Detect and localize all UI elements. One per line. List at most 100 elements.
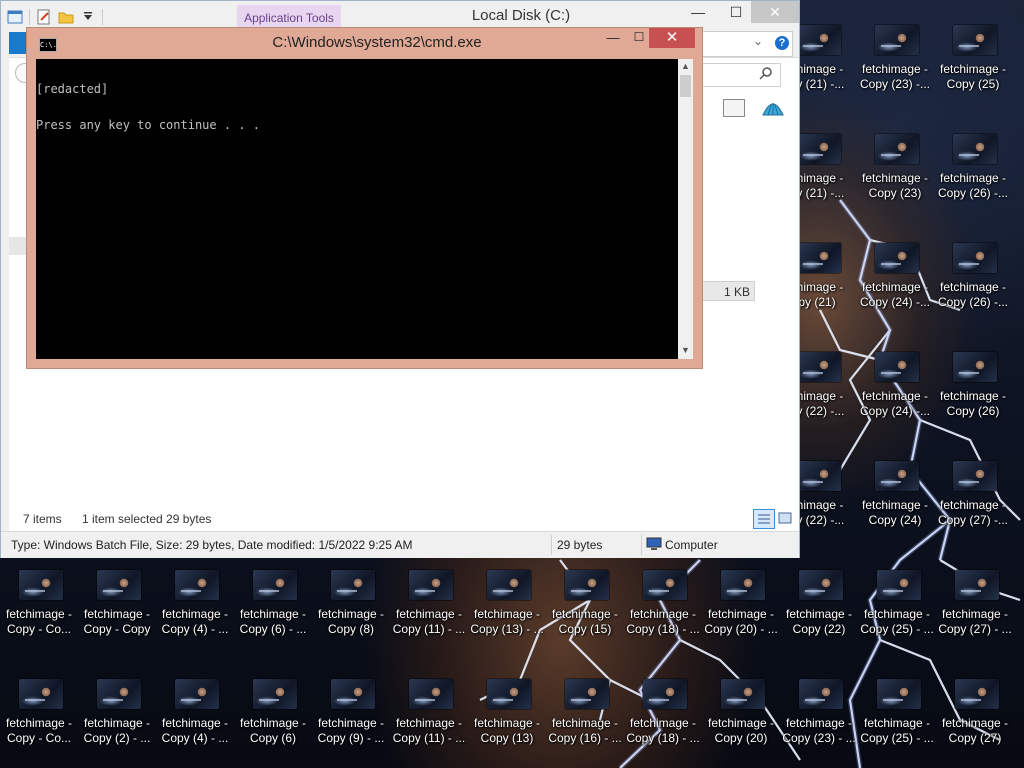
desktop-icon[interactable]: fetchimage - Copy (25) - ... <box>858 671 934 767</box>
desktop-icon[interactable]: fetchimage - Copy - Co... <box>0 671 74 767</box>
desktop-icon[interactable]: fetchimage - Copy (27) - ... <box>936 562 1012 658</box>
separator <box>641 535 642 555</box>
properties-icon[interactable] <box>36 9 52 25</box>
desktop-icon[interactable]: fetchimage - Copy (25) <box>934 17 1008 113</box>
scroll-down-arrow-icon[interactable]: ▼ <box>678 343 693 357</box>
new-folder-icon[interactable] <box>58 9 74 25</box>
desktop-icon[interactable]: fetchimage - Copy (18) - ... <box>624 562 700 658</box>
desktop-icon-label: fetchimage - Copy - Co... <box>5 716 73 745</box>
image-thumbnail-icon <box>487 570 531 600</box>
close-button[interactable]: ✕ <box>751 1 799 23</box>
desktop-icon[interactable]: fetchimage - Copy (8) <box>312 562 386 658</box>
scroll-up-arrow-icon[interactable]: ▲ <box>678 59 693 73</box>
image-thumbnail-icon <box>875 461 919 491</box>
cmd-icon[interactable]: C:\. <box>39 38 57 52</box>
image-thumbnail-icon <box>19 570 63 600</box>
image-thumbnail-icon <box>487 679 531 709</box>
desktop-icon[interactable]: fetchimage - Copy (15) <box>546 562 620 658</box>
desktop-icon[interactable]: fetchimage - Copy (27) <box>936 671 1010 767</box>
quick-access-toolbar <box>7 7 103 27</box>
desktop-icon[interactable]: fetchimage - Copy (26) -... <box>934 126 1008 222</box>
nav-pane-selection[interactable] <box>9 237 27 255</box>
desktop-icon[interactable]: fetchimage - Copy (11) - ... <box>390 562 465 658</box>
desktop-icon[interactable]: fetchimage - Copy (11) - ... <box>390 671 465 767</box>
desktop-icon[interactable]: fetchimage - Copy (24) -... <box>856 235 930 331</box>
desktop-icon-label: fetchimage - Copy (9) - ... <box>317 716 385 745</box>
large-icons-view-button[interactable] <box>777 510 793 526</box>
separator <box>551 535 552 555</box>
desktop-icon[interactable]: fetchimage - Copy (9) - ... <box>312 671 386 767</box>
desktop-icon[interactable]: fetchimage - Copy (20) - ... <box>702 562 778 658</box>
desktop-icon[interactable]: fetchimage - Copy (20) <box>702 671 776 767</box>
image-thumbnail-icon <box>875 243 919 273</box>
desktop-icon[interactable]: fetchimage - Copy (13) <box>468 671 542 767</box>
cmd-maximize-button[interactable]: ☐ <box>627 30 651 50</box>
desktop-icon[interactable]: fetchimage - Copy (24) -... <box>856 344 930 440</box>
desktop-icon[interactable]: fetchimage - Copy (24) <box>856 453 930 549</box>
image-thumbnail-icon <box>953 461 997 491</box>
customize-toolbar-icon[interactable] <box>80 9 96 25</box>
cmd-window: C:\. C:\Windows\system32\cmd.exe — ☐ ✕ [… <box>26 27 703 369</box>
desktop-icon[interactable]: fetchimage - Copy (23) - ... <box>780 671 856 767</box>
search-icon[interactable] <box>759 66 773 80</box>
image-thumbnail-icon <box>643 679 687 709</box>
image-thumbnail-icon <box>721 570 765 600</box>
details-size: 29 bytes <box>557 538 603 552</box>
image-thumbnail-icon <box>331 570 375 600</box>
scroll-thumb[interactable] <box>680 75 691 97</box>
desktop-icon[interactable]: fetchimage - Copy (22) <box>780 562 854 658</box>
desktop-icon[interactable]: fetchimage - Copy (23) -... <box>856 17 930 113</box>
cmd-close-button[interactable]: ✕ <box>649 28 695 48</box>
desktop-icon[interactable]: fC <box>1012 235 1024 331</box>
cmd-minimize-button[interactable]: — <box>601 30 625 50</box>
desktop-icon[interactable]: fetchimage - Copy (6) - ... <box>234 562 308 658</box>
desktop-icon[interactable]: fetchimage - Copy (16) - ... <box>546 671 622 767</box>
explorer-app-icon[interactable] <box>7 9 23 25</box>
desktop-icon[interactable]: fetchimage - Copy (18) - ... <box>624 671 700 767</box>
desktop-icon-label: fetchimage - Copy (2) - ... <box>83 716 151 745</box>
desktop-icon[interactable]: fetchimage - Copy (26) -... <box>934 235 1008 331</box>
image-thumbnail-icon <box>797 134 841 164</box>
desktop-icon[interactable]: fetchimage - Copy - Co... <box>0 562 74 658</box>
shell-icon[interactable] <box>761 97 785 117</box>
chevron-down-icon[interactable]: ⌄ <box>753 34 763 48</box>
desktop-icon[interactable]: fetchimage - Copy - Copy <box>78 562 152 658</box>
console-output[interactable]: [redacted] Press any key to continue . .… <box>36 59 678 359</box>
desktop-icon-label: fetchimage - Copy (4) - ... <box>161 716 229 745</box>
desktop-icon-label: fetchimage - Copy (22) <box>785 607 853 636</box>
file-size-cell[interactable]: 1 KB <box>701 281 755 301</box>
desktop-icon-label: fetchimage - Copy (8) <box>317 607 385 636</box>
desktop-icon-label: fetchimage - Copy (24) -... <box>859 280 931 309</box>
console-scrollbar[interactable]: ▲ ▼ <box>678 59 693 359</box>
image-thumbnail-icon <box>875 134 919 164</box>
desktop-icon[interactable]: fetchimage - Copy (25) - ... <box>858 562 934 658</box>
image-thumbnail-icon <box>875 352 919 382</box>
desktop-icon-label: fetchimage - Copy (18) - ... <box>626 716 700 745</box>
image-thumbnail-icon <box>565 679 609 709</box>
details-view-button[interactable] <box>753 509 775 529</box>
desktop-icon[interactable]: fetchimage - Copy (13) - ... <box>468 562 544 658</box>
image-thumbnail-icon <box>799 570 843 600</box>
desktop-icon[interactable]: fetchimage - Copy (4) - ... <box>156 671 230 767</box>
desktop-icon[interactable]: fetchimage - Copy (26) <box>934 344 1008 440</box>
desktop-icon[interactable]: fC <box>1012 453 1024 549</box>
desktop-icon[interactable]: fetchimage - Copy (23) <box>856 126 930 222</box>
desktop-icon[interactable]: fetchimage - Copy (27) -... <box>934 453 1008 549</box>
cmd-title: C:\Windows\system32\cmd.exe <box>272 34 482 51</box>
desktop-icon-label: fetchimage - Copy (24) -... <box>859 389 931 418</box>
desktop-icon-label: fC <box>1012 498 1024 528</box>
maximize-button[interactable]: ☐ <box>719 1 753 23</box>
desktop-icon[interactable]: fC <box>1012 126 1024 222</box>
desktop-icon[interactable]: fC <box>1012 344 1024 440</box>
console-line: Press any key to continue . . . <box>36 118 260 132</box>
desktop-icon[interactable]: fetchimage - Copy (6) <box>234 671 308 767</box>
image-thumbnail-icon <box>175 570 219 600</box>
desktop-icon[interactable]: fetchimage - Copy (2) - ... <box>78 671 152 767</box>
help-icon[interactable]: ? <box>775 36 789 50</box>
minimize-button[interactable]: — <box>681 1 715 23</box>
desktop-icon-label: fetchimage - Copy (11) - ... <box>392 716 466 745</box>
rename-icon[interactable] <box>723 99 745 117</box>
desktop-icon[interactable]: ff <box>1012 17 1024 113</box>
desktop-icon[interactable]: fetchimage - Copy (4) - ... <box>156 562 230 658</box>
desktop-icon-label: fetchimage - Copy (27) - ... <box>938 607 1012 636</box>
